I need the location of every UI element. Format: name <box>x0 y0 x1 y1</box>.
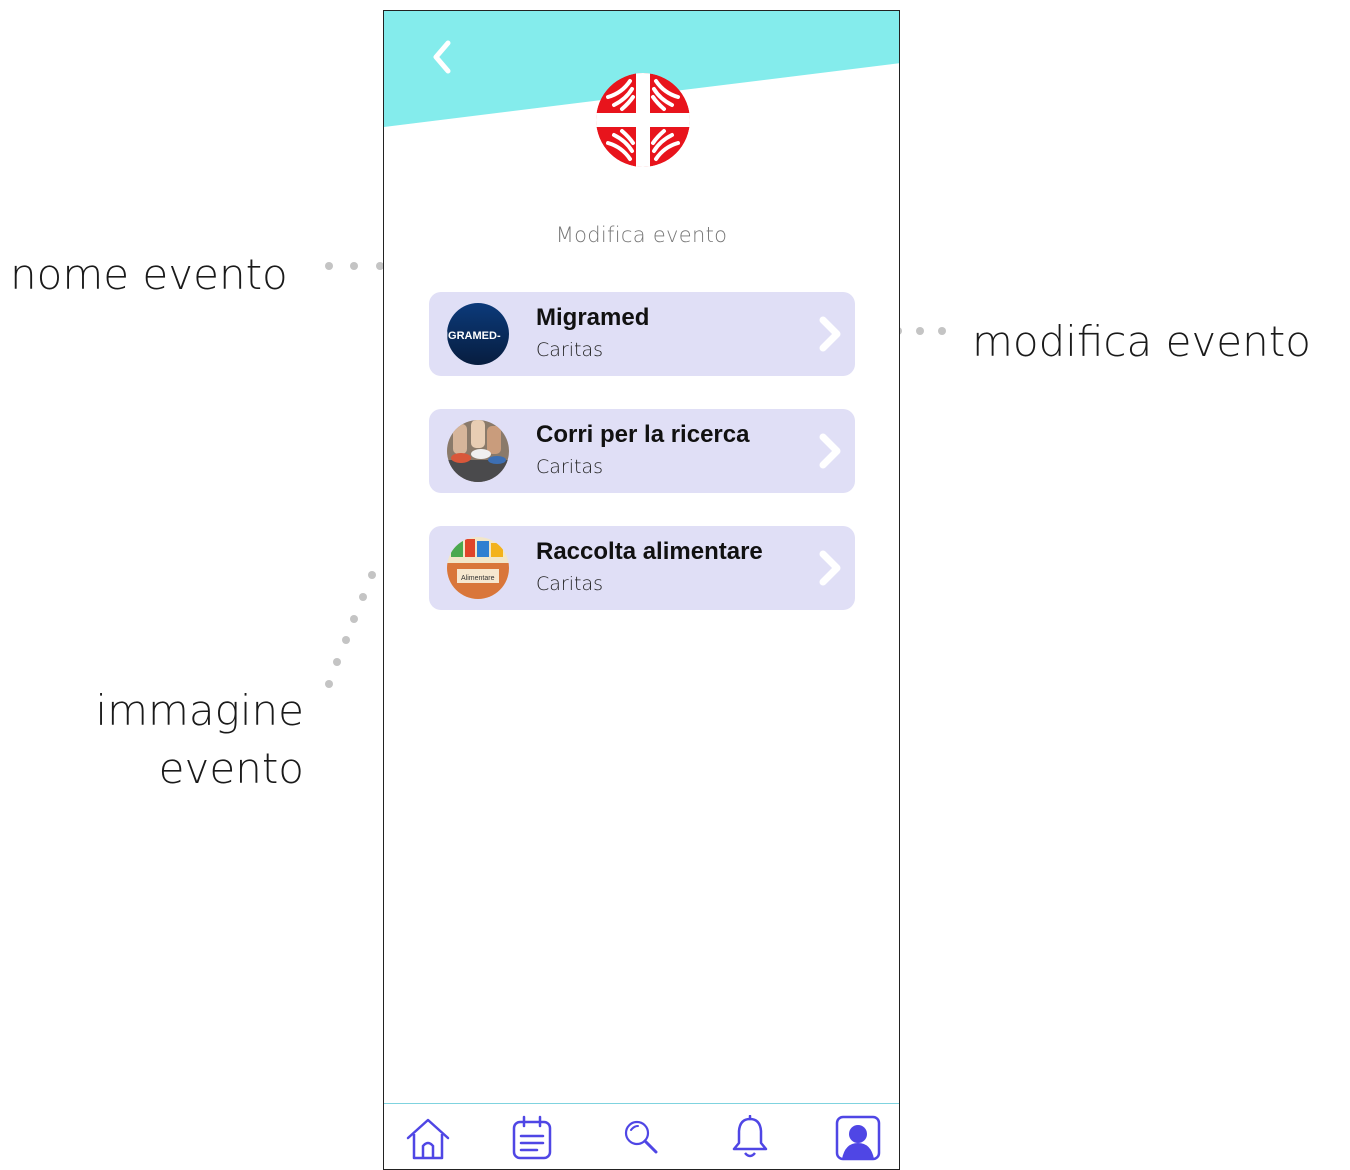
annotation-event-image-line2: evento <box>158 744 304 793</box>
home-icon <box>406 1118 450 1160</box>
event-image-migramed: IGRAMED- <box>447 303 509 365</box>
annotation-event-image-line1: immagine <box>95 686 304 735</box>
event-card-migramed[interactable]: IGRAMED- Migramed Caritas <box>429 292 855 376</box>
event-image-raccolta-text: Alimentare <box>461 575 495 582</box>
event-card-raccolta-alimentare[interactable]: Alimentare Raccolta alimentare Caritas <box>429 526 855 610</box>
profile-icon <box>835 1115 881 1161</box>
chevron-right-icon[interactable] <box>817 316 843 352</box>
annotation-edit-event: modifica evento <box>972 317 1311 366</box>
calendar-list-icon <box>512 1115 552 1160</box>
annotation-event-name: nome evento <box>10 250 288 299</box>
event-organizer: Caritas <box>536 456 603 478</box>
phone-screen: Modifica evento IGRAMED- Migramed Carita… <box>383 10 900 1170</box>
event-card-corri-per-la-ricerca[interactable]: Corri per la ricerca Caritas <box>429 409 855 493</box>
back-button[interactable] <box>422 37 462 77</box>
annotation-event-image: immagine evento <box>95 682 304 798</box>
chevron-right-icon[interactable] <box>817 433 843 469</box>
chevron-left-icon <box>433 40 451 74</box>
event-image-raccolta-alimentare: Alimentare <box>447 537 509 599</box>
search-icon <box>624 1120 658 1154</box>
page-title: Modifica evento <box>555 223 728 247</box>
event-name: Raccolta alimentare <box>536 538 763 565</box>
event-image-migramed-text: IGRAMED- <box>447 330 501 342</box>
event-image-corri-per-la-ricerca <box>447 420 509 482</box>
bell-icon <box>732 1115 768 1158</box>
event-name: Corri per la ricerca <box>536 421 750 448</box>
event-name: Migramed <box>536 304 650 331</box>
chevron-right-icon[interactable] <box>817 550 843 586</box>
bottom-navigation <box>384 1103 899 1169</box>
event-organizer: Caritas <box>536 339 603 361</box>
caritas-logo <box>596 73 690 167</box>
event-organizer: Caritas <box>536 573 603 595</box>
